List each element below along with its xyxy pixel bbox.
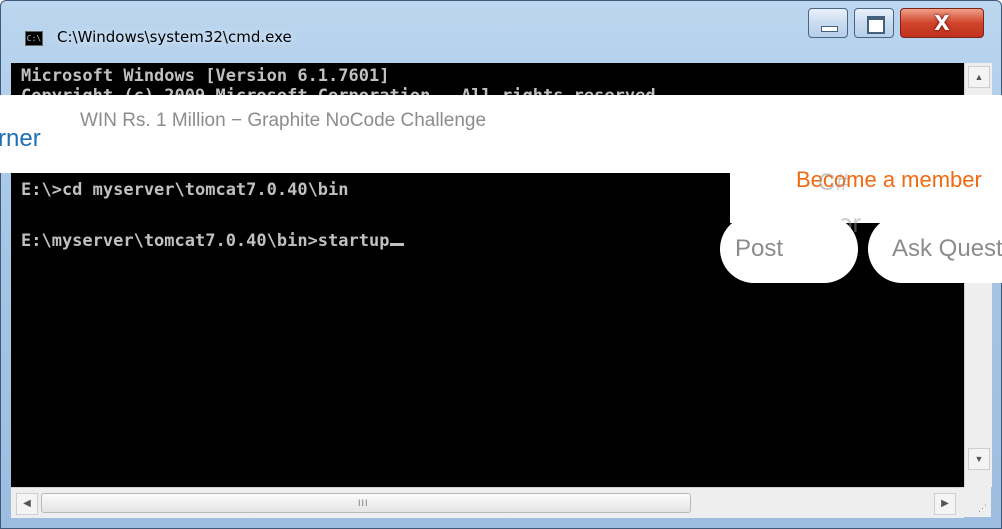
right-arrow-icon: ▶ <box>941 498 949 509</box>
window-title: C:\Windows\system32\cmd.exe <box>57 28 292 46</box>
cmd-app-icon[interactable]: C:\ <box>25 31 43 46</box>
minimize-button[interactable] <box>808 8 848 38</box>
console-line-cd: E:\>cd myserver\tomcat7.0.40\bin <box>21 180 349 200</box>
grip-icon: III <box>358 498 369 508</box>
up-arrow-icon: ▲ <box>974 72 984 82</box>
minimize-icon <box>821 26 838 32</box>
console-line-startup: E:\myserver\tomcat7.0.40\bin>startup <box>21 231 405 251</box>
title-bar[interactable]: C:\ C:\Windows\system32\cmd.exe X <box>1 1 1001 63</box>
horizontal-scrollbar[interactable]: ◀ III ▶ <box>11 487 964 518</box>
scroll-thumb[interactable]: III <box>41 493 691 513</box>
down-arrow-icon: ▼ <box>974 454 984 464</box>
resize-grip[interactable]: ⋰ <box>964 487 991 517</box>
console-line-version: Microsoft Windows [Version 6.1.7601] <box>21 66 390 86</box>
post-button[interactable]: Post <box>720 215 858 283</box>
csharp-ghost-text: C# <box>818 169 849 196</box>
close-button[interactable]: X <box>900 8 984 38</box>
promo-banner: rner WIN Rs. 1 Million − Graphite NoCode… <box>0 95 1002 173</box>
scroll-left-button[interactable]: ◀ <box>16 493 38 515</box>
scroll-down-button[interactable]: ▼ <box>968 448 990 470</box>
close-icon: X <box>934 11 950 35</box>
resize-grip-icon: ⋰ <box>978 503 987 513</box>
maximize-button[interactable] <box>854 8 894 38</box>
scroll-right-button[interactable]: ▶ <box>934 493 956 515</box>
brand-logo-fragment[interactable]: rner <box>0 125 41 153</box>
console-prompt-text: E:\myserver\tomcat7.0.40\bin>startup <box>21 231 390 251</box>
left-arrow-icon: ◀ <box>23 498 31 509</box>
text-cursor <box>390 243 405 246</box>
ask-question-button[interactable]: Ask Question <box>868 215 1002 283</box>
challenge-promo-link[interactable]: WIN Rs. 1 Million − Graphite NoCode Chal… <box>80 110 486 132</box>
scroll-up-button[interactable]: ▲ <box>968 66 990 88</box>
maximize-icon <box>867 16 885 34</box>
